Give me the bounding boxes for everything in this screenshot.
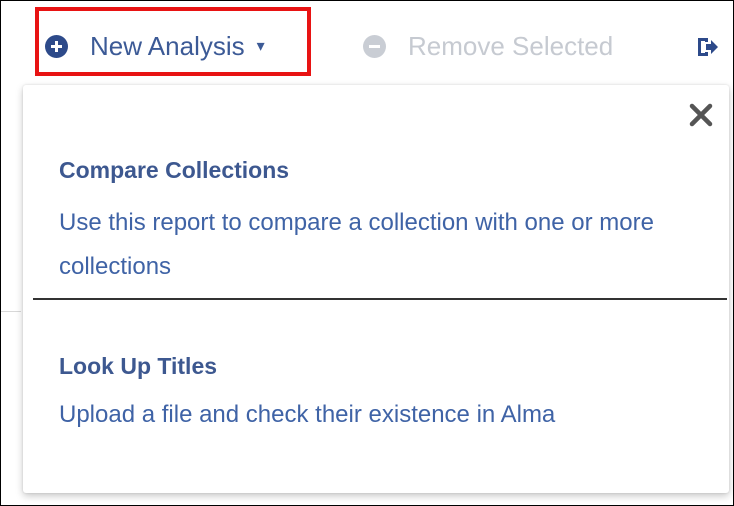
option-compare-collections[interactable]: Compare Collections Use this report to c…: [59, 155, 709, 289]
export-icon[interactable]: [695, 35, 719, 59]
plus-circle-icon: [45, 34, 68, 58]
remove-selected-label: Remove Selected: [408, 30, 614, 61]
option-divider: [33, 298, 727, 300]
minus-circle-icon: [363, 34, 386, 58]
close-icon[interactable]: [687, 101, 715, 129]
new-analysis-button[interactable]: New Analysis ▾: [45, 26, 265, 66]
chevron-down-icon: ▾: [256, 38, 265, 55]
toolbar: New Analysis ▾ Remove Selected: [1, 1, 733, 85]
option-look-up-titles[interactable]: Look Up Titles Upload a file and check t…: [59, 351, 709, 437]
new-analysis-dropdown: Compare Collections Use this report to c…: [23, 85, 729, 493]
remove-selected-button[interactable]: Remove Selected: [363, 26, 613, 66]
option-description: Use this report to compare a collection …: [59, 209, 654, 280]
app-frame: New Analysis ▾ Remove Selected Compare C…: [0, 0, 734, 506]
option-description: Upload a file and check their existence …: [59, 401, 556, 428]
option-title: Look Up Titles: [59, 353, 218, 379]
option-title: Compare Collections: [59, 157, 290, 183]
new-analysis-label: New Analysis: [90, 30, 245, 61]
